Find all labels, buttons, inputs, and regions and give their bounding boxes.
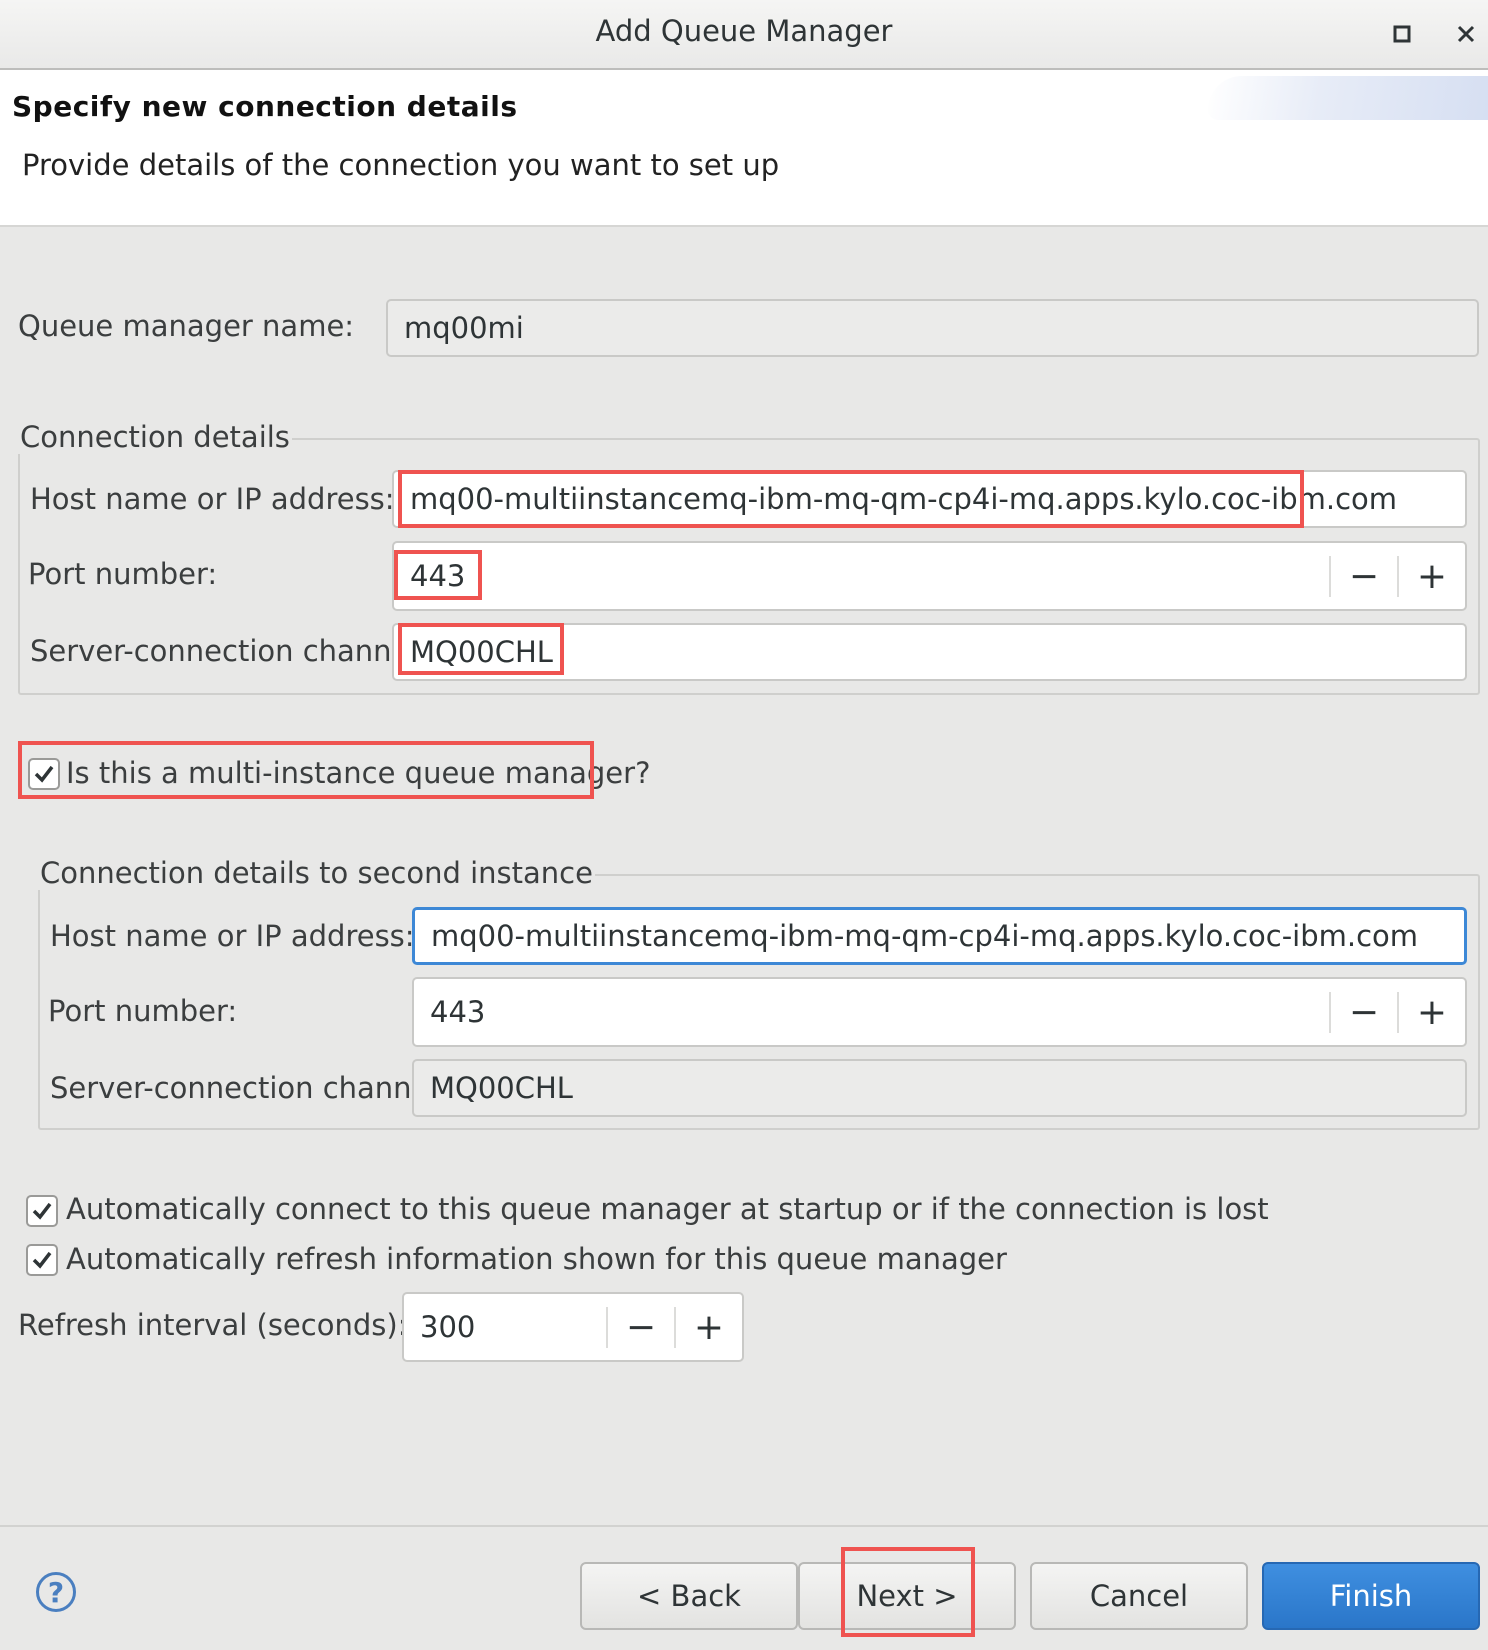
checkmark-icon xyxy=(32,1202,52,1220)
auto-connect-label[interactable]: Automatically connect to this queue mana… xyxy=(66,1192,1269,1226)
queue-manager-name-label: Queue manager name: xyxy=(18,309,355,343)
refresh-interval-spinner[interactable]: 300 − + xyxy=(402,1292,744,1362)
finish-button[interactable]: Finish xyxy=(1262,1562,1480,1630)
port-increment-button[interactable]: + xyxy=(1397,555,1465,597)
second-channel-label: Server-connection channel: xyxy=(50,1071,448,1105)
highlight-box-host xyxy=(398,470,1304,528)
second-port-decrement-button[interactable]: − xyxy=(1329,991,1397,1033)
highlight-box-multi-instance xyxy=(18,741,594,799)
second-port-label: Port number: xyxy=(48,994,238,1028)
highlight-box-port xyxy=(394,550,482,600)
refresh-interval-label: Refresh interval (seconds): xyxy=(18,1308,408,1342)
header-banner-graphic xyxy=(1208,76,1488,120)
refresh-increment-button[interactable]: + xyxy=(674,1306,742,1348)
refresh-decrement-button[interactable]: − xyxy=(606,1306,674,1348)
second-channel-value: MQ00CHL xyxy=(430,1071,573,1105)
checkmark-icon xyxy=(32,1251,52,1269)
host-label: Host name or IP address: xyxy=(30,482,395,516)
auto-connect-checkbox[interactable] xyxy=(26,1195,58,1227)
page-title: Specify new connection details xyxy=(12,90,518,123)
wizard-header: Specify new connection details Provide d… xyxy=(0,70,1488,227)
second-instance-legend: Connection details to second instance xyxy=(38,856,595,890)
port-spinner[interactable]: 443 − + xyxy=(392,541,1467,611)
highlight-box-next xyxy=(841,1547,975,1637)
second-port-increment-button[interactable]: + xyxy=(1397,991,1465,1033)
port-label: Port number: xyxy=(28,557,218,591)
second-channel-field[interactable]: MQ00CHL xyxy=(412,1059,1467,1117)
back-button[interactable]: < Back xyxy=(580,1562,798,1630)
auto-refresh-label[interactable]: Automatically refresh information shown … xyxy=(66,1242,1007,1276)
connection-details-legend: Connection details xyxy=(18,420,292,454)
help-icon[interactable]: ? xyxy=(36,1572,76,1612)
queue-manager-name-field[interactable]: mq00mi xyxy=(386,299,1479,357)
second-host-field[interactable]: mq00-multiinstancemq-ibm-mq-qm-cp4i-mq.a… xyxy=(412,907,1467,965)
second-port-value[interactable]: 443 xyxy=(414,995,1329,1029)
queue-manager-name-value: mq00mi xyxy=(404,311,524,345)
cancel-button[interactable]: Cancel xyxy=(1030,1562,1248,1630)
port-value[interactable]: 443 xyxy=(394,559,1329,593)
maximize-icon[interactable] xyxy=(1382,14,1422,54)
auto-refresh-checkbox[interactable] xyxy=(26,1244,58,1276)
footer-divider xyxy=(0,1525,1488,1527)
page-description: Provide details of the connection you wa… xyxy=(22,148,780,182)
close-icon[interactable] xyxy=(1446,14,1486,54)
second-host-value: mq00-multiinstancemq-ibm-mq-qm-cp4i-mq.a… xyxy=(431,919,1419,953)
second-port-spinner[interactable]: 443 − + xyxy=(412,977,1467,1047)
second-host-label: Host name or IP address: xyxy=(50,919,415,953)
refresh-interval-value[interactable]: 300 xyxy=(404,1310,606,1344)
highlight-box-channel xyxy=(398,623,564,675)
channel-label: Server-connection channel: xyxy=(30,634,428,668)
port-decrement-button[interactable]: − xyxy=(1329,555,1397,597)
window-title: Add Queue Manager xyxy=(595,14,893,48)
